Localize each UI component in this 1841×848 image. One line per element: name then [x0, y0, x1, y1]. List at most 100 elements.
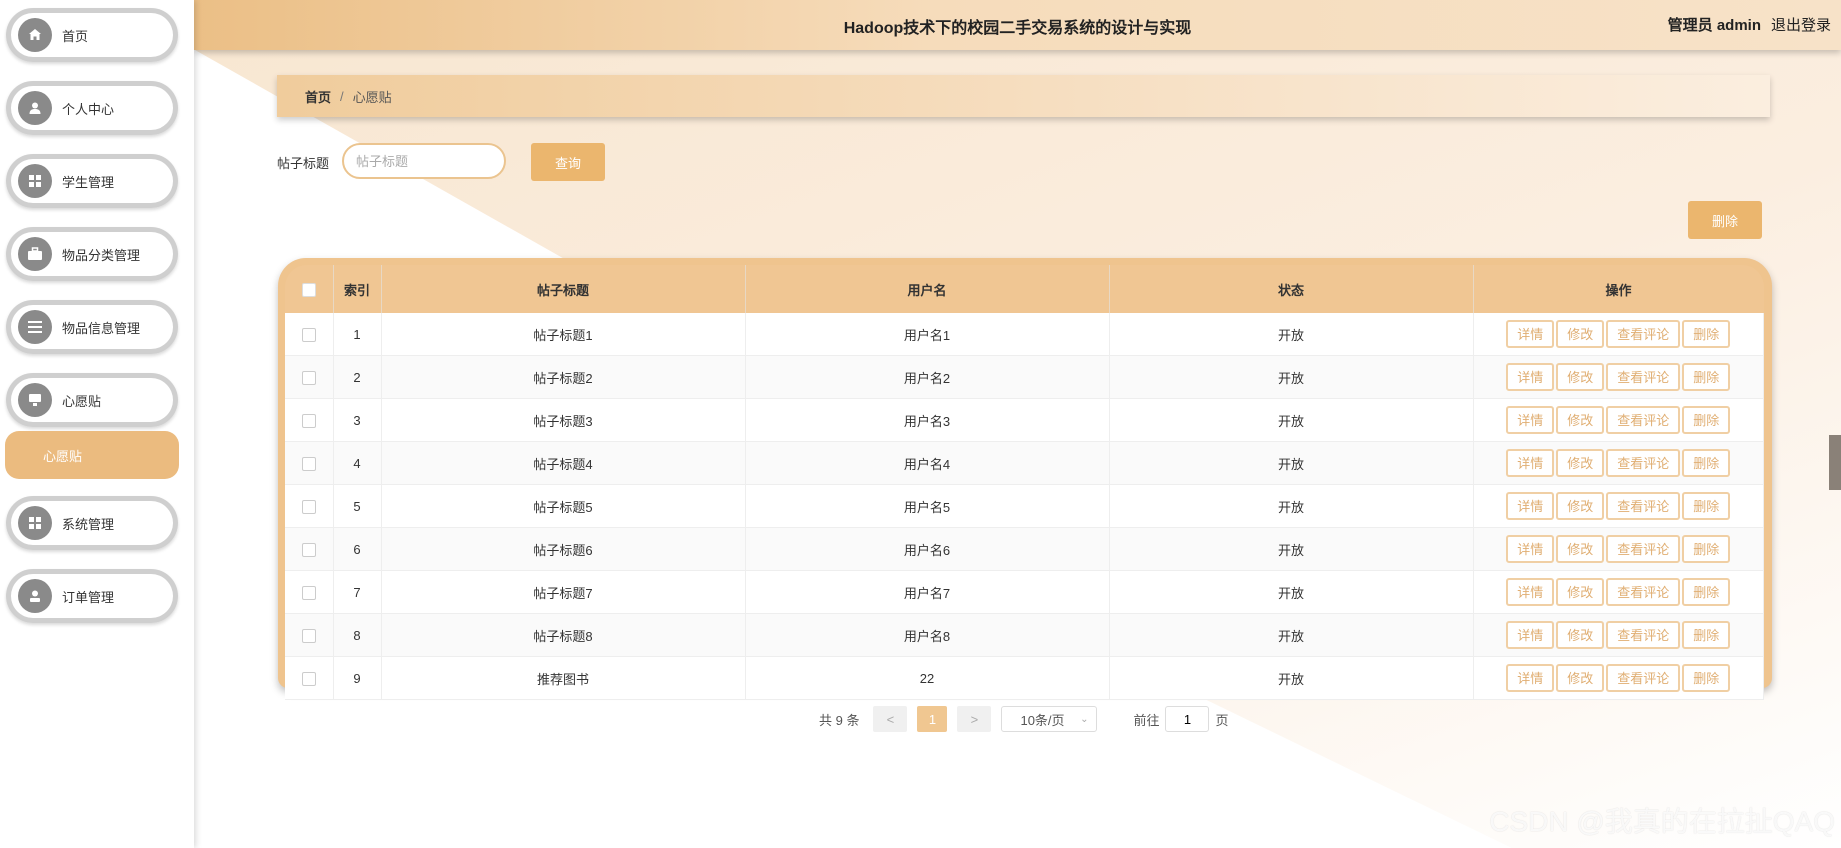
briefcase-icon [18, 237, 52, 271]
cell-username: 用户名8 [745, 613, 1110, 657]
delete-button[interactable]: 删除 [1682, 492, 1731, 520]
detail-button[interactable]: 详情 [1506, 320, 1555, 348]
breadcrumb-separator: / [340, 88, 344, 104]
search-button[interactable]: 查询 [531, 143, 605, 181]
edit-button[interactable]: 修改 [1556, 320, 1605, 348]
row-checkbox[interactable] [301, 499, 316, 514]
logout-link[interactable]: 退出登录 [1771, 14, 1831, 35]
edit-button[interactable]: 修改 [1556, 492, 1605, 520]
page-size-select[interactable]: 10条/页 ⌄ [1001, 706, 1098, 732]
row-checkbox[interactable] [301, 628, 316, 643]
cell-status: 开放 [1109, 355, 1474, 399]
cell-status: 开放 [1109, 484, 1474, 528]
sidebar-item-item-info[interactable]: 物品信息管理 [6, 300, 178, 354]
cell-username: 用户名5 [745, 484, 1110, 528]
top-header: Hadoop技术下的校园二手交易系统的设计与实现 管理员 admin 退出登录 [194, 0, 1841, 50]
row-checkbox[interactable] [301, 370, 316, 385]
pagination-page-1[interactable]: 1 [917, 706, 948, 732]
sidebar-item-home[interactable]: 首页 [6, 8, 178, 62]
sidebar-item-students[interactable]: 学生管理 [6, 154, 178, 208]
row-checkbox[interactable] [301, 542, 316, 557]
breadcrumb-home[interactable]: 首页 [305, 87, 331, 106]
cell-actions: 详情 修改 查看评论 删除 [1473, 313, 1764, 356]
view-comments-button[interactable]: 查看评论 [1606, 664, 1681, 692]
detail-button[interactable]: 详情 [1506, 578, 1555, 606]
grid-icon [18, 506, 52, 540]
row-select-cell [285, 313, 334, 356]
app-title: Hadoop技术下的校园二手交易系统的设计与实现 [843, 20, 1192, 37]
view-comments-button[interactable]: 查看评论 [1606, 363, 1681, 391]
detail-button[interactable]: 详情 [1506, 535, 1555, 563]
sidebar-subitem-wishlist[interactable]: 心愿贴 [5, 431, 179, 479]
cell-actions: 详情 修改 查看评论 删除 [1473, 398, 1764, 442]
delete-button[interactable]: 删除 [1682, 535, 1731, 563]
cell-username: 用户名3 [745, 398, 1110, 442]
view-comments-button[interactable]: 查看评论 [1606, 406, 1681, 434]
search-label: 帖子标题 [277, 156, 330, 171]
delete-button[interactable]: 删除 [1682, 363, 1731, 391]
row-checkbox[interactable] [301, 327, 316, 342]
delete-button[interactable]: 删除 [1682, 578, 1731, 606]
delete-button[interactable]: 删除 [1682, 621, 1731, 649]
edit-button[interactable]: 修改 [1556, 664, 1605, 692]
cell-username: 22 [745, 656, 1110, 700]
delete-button[interactable]: 删除 [1682, 664, 1731, 692]
sidebar-item-profile[interactable]: 个人中心 [6, 81, 178, 135]
grid-icon [18, 164, 52, 198]
scrollbar-thumb[interactable] [1829, 435, 1841, 490]
goto-label: 前往 [1133, 712, 1160, 728]
view-comments-button[interactable]: 查看评论 [1606, 449, 1681, 477]
sidebar-item-system[interactable]: 系统管理 [6, 496, 178, 550]
monitor-icon [18, 383, 52, 417]
detail-button[interactable]: 详情 [1506, 492, 1555, 520]
row-checkbox[interactable] [301, 456, 316, 471]
sidebar-item-item-category[interactable]: 物品分类管理 [6, 227, 178, 281]
sidebar-item-label: 物品分类管理 [62, 247, 141, 263]
column-header-username: 用户名 [745, 265, 1110, 313]
edit-button[interactable]: 修改 [1556, 578, 1605, 606]
view-comments-button[interactable]: 查看评论 [1606, 320, 1681, 348]
table-header-row: 索引 帖子标题 用户名 状态 操作 [285, 265, 1764, 313]
row-checkbox[interactable] [301, 671, 316, 686]
current-user: 管理员 admin [1667, 17, 1761, 34]
sidebar-item-label: 订单管理 [62, 589, 115, 605]
delete-button[interactable]: 删除 [1682, 320, 1731, 348]
edit-button[interactable]: 修改 [1556, 535, 1605, 563]
delete-button[interactable]: 删除 [1682, 449, 1731, 477]
goto-page-input[interactable] [1165, 706, 1210, 732]
view-comments-button[interactable]: 查看评论 [1606, 621, 1681, 649]
detail-button[interactable]: 详情 [1506, 449, 1555, 477]
view-comments-button[interactable]: 查看评论 [1606, 492, 1681, 520]
delete-button[interactable]: 删除 [1682, 406, 1731, 434]
table-row: 7 帖子标题7 用户名7 开放 详情 修改 查看评论 删除 [285, 570, 1764, 614]
pagination-next-button[interactable]: > [957, 706, 992, 732]
sidebar-item-label: 首页 [62, 28, 89, 44]
cell-index: 4 [333, 441, 382, 485]
select-all-checkbox[interactable] [301, 282, 316, 297]
sidebar-item-orders[interactable]: 订单管理 [6, 569, 178, 623]
pagination-prev-button[interactable]: < [873, 706, 908, 732]
view-comments-button[interactable]: 查看评论 [1606, 535, 1681, 563]
detail-button[interactable]: 详情 [1506, 406, 1555, 434]
cell-username: 用户名4 [745, 441, 1110, 485]
detail-button[interactable]: 详情 [1506, 621, 1555, 649]
sidebar-item-label: 个人中心 [62, 101, 115, 117]
sidebar-item-label: 物品信息管理 [62, 320, 141, 336]
edit-button[interactable]: 修改 [1556, 406, 1605, 434]
cell-actions: 详情 修改 查看评论 删除 [1473, 484, 1764, 528]
edit-button[interactable]: 修改 [1556, 449, 1605, 477]
detail-button[interactable]: 详情 [1506, 363, 1555, 391]
row-checkbox[interactable] [301, 413, 316, 428]
search-input[interactable] [342, 143, 506, 179]
edit-button[interactable]: 修改 [1556, 621, 1605, 649]
cell-status: 开放 [1109, 527, 1474, 571]
view-comments-button[interactable]: 查看评论 [1606, 578, 1681, 606]
detail-button[interactable]: 详情 [1506, 664, 1555, 692]
bulk-delete-button[interactable]: 删除 [1688, 201, 1762, 239]
row-checkbox[interactable] [301, 585, 316, 600]
edit-button[interactable]: 修改 [1556, 363, 1605, 391]
sidebar-item-wishlist[interactable]: 心愿贴 [6, 373, 178, 427]
data-table-container: 索引 帖子标题 用户名 状态 操作 1 帖子标题1 用户名1 开放 详情 修改 查看评论 删除… [278, 258, 1772, 700]
cell-title: 推荐图书 [381, 656, 746, 700]
cell-index: 3 [333, 398, 382, 442]
